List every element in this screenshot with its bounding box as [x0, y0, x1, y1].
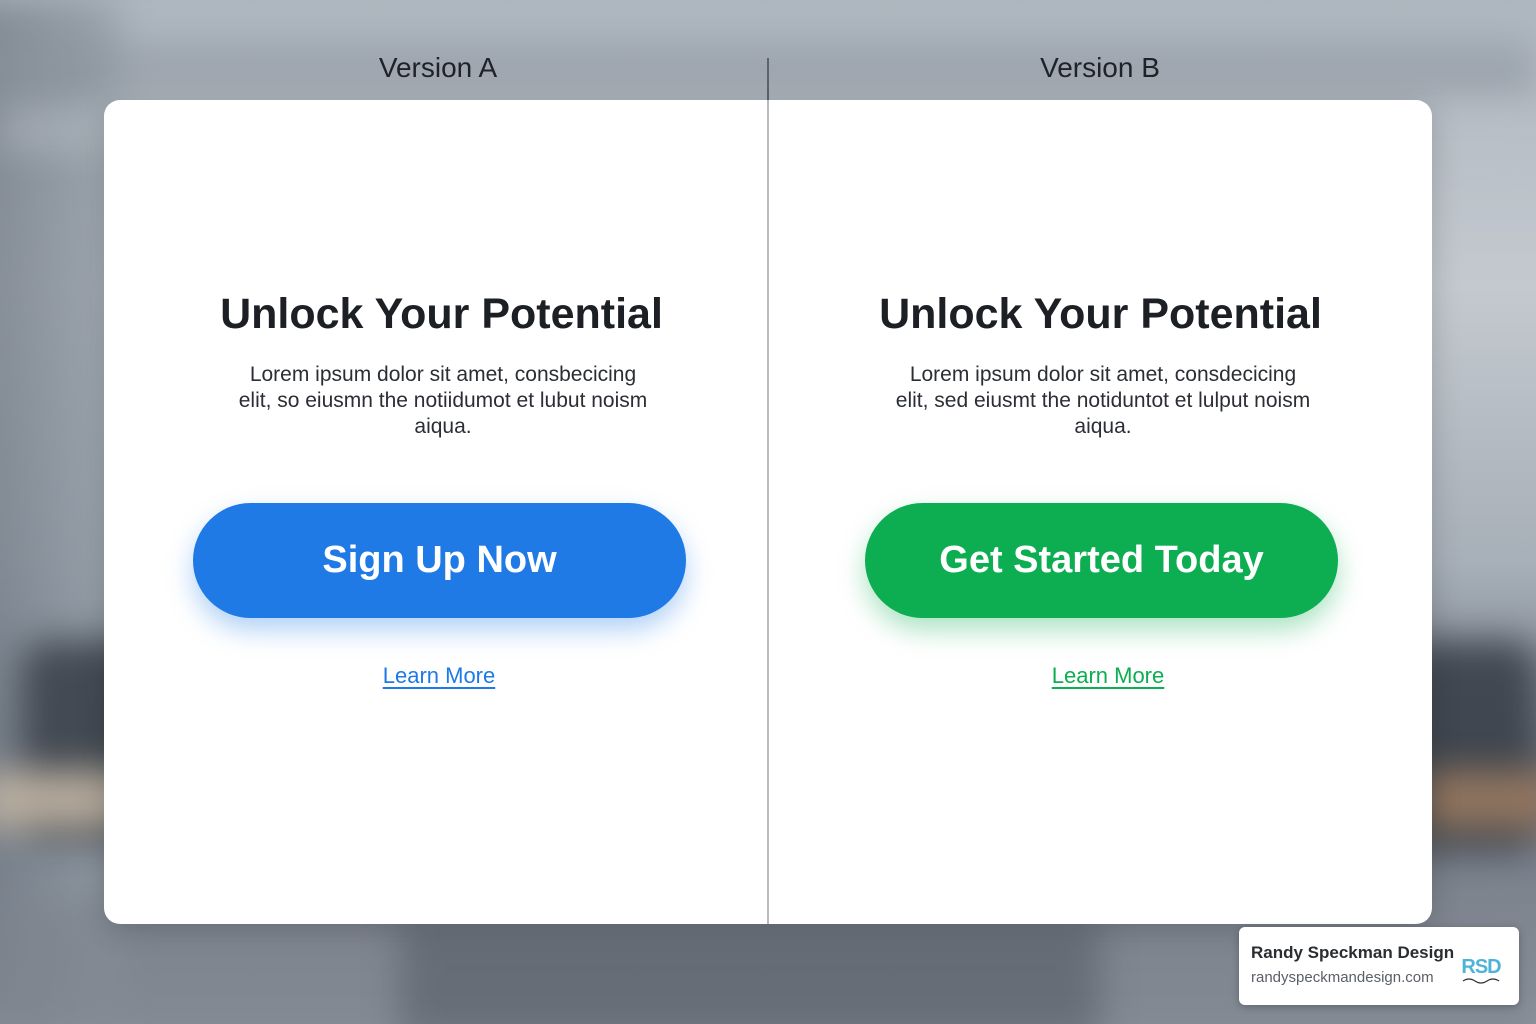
version-a-body-text: Lorem ipsum dolor sit amet, consbecicing…	[238, 363, 648, 438]
brand-name: Randy Speckman Design	[1251, 943, 1455, 962]
version-b-label: Version B	[1040, 52, 1160, 83]
version-b-body-text: Lorem ipsum dolor sit amet, consdecicing…	[895, 363, 1311, 438]
svg-text:RSD: RSD	[1461, 956, 1501, 978]
brand-watermark: Randy Speckman Design randyspeckmandesig…	[1239, 927, 1519, 1005]
version-divider-top	[767, 58, 769, 100]
version-b-panel: Unlock Your Potential Lorem ipsum dolor …	[769, 100, 1432, 924]
sign-up-now-button[interactable]: Sign Up Now	[193, 503, 686, 618]
version-a-panel: Unlock Your Potential Lorem ipsum dolor …	[104, 100, 767, 924]
version-a-learn-more-link[interactable]: Learn More	[339, 662, 539, 690]
get-started-today-button[interactable]: Get Started Today	[865, 503, 1338, 618]
rsd-logo-icon: RSD	[1461, 956, 1502, 984]
version-b-learn-more-link[interactable]: Learn More	[1008, 662, 1208, 690]
version-a-label: Version A	[378, 52, 498, 83]
brand-url: randyspeckmandesign.com	[1251, 969, 1434, 986]
version-a-headline: Unlock Your Potential	[220, 290, 663, 338]
comparison-card: Unlock Your Potential Lorem ipsum dolor …	[104, 100, 1432, 924]
version-b-headline: Unlock Your Potential	[879, 290, 1322, 338]
